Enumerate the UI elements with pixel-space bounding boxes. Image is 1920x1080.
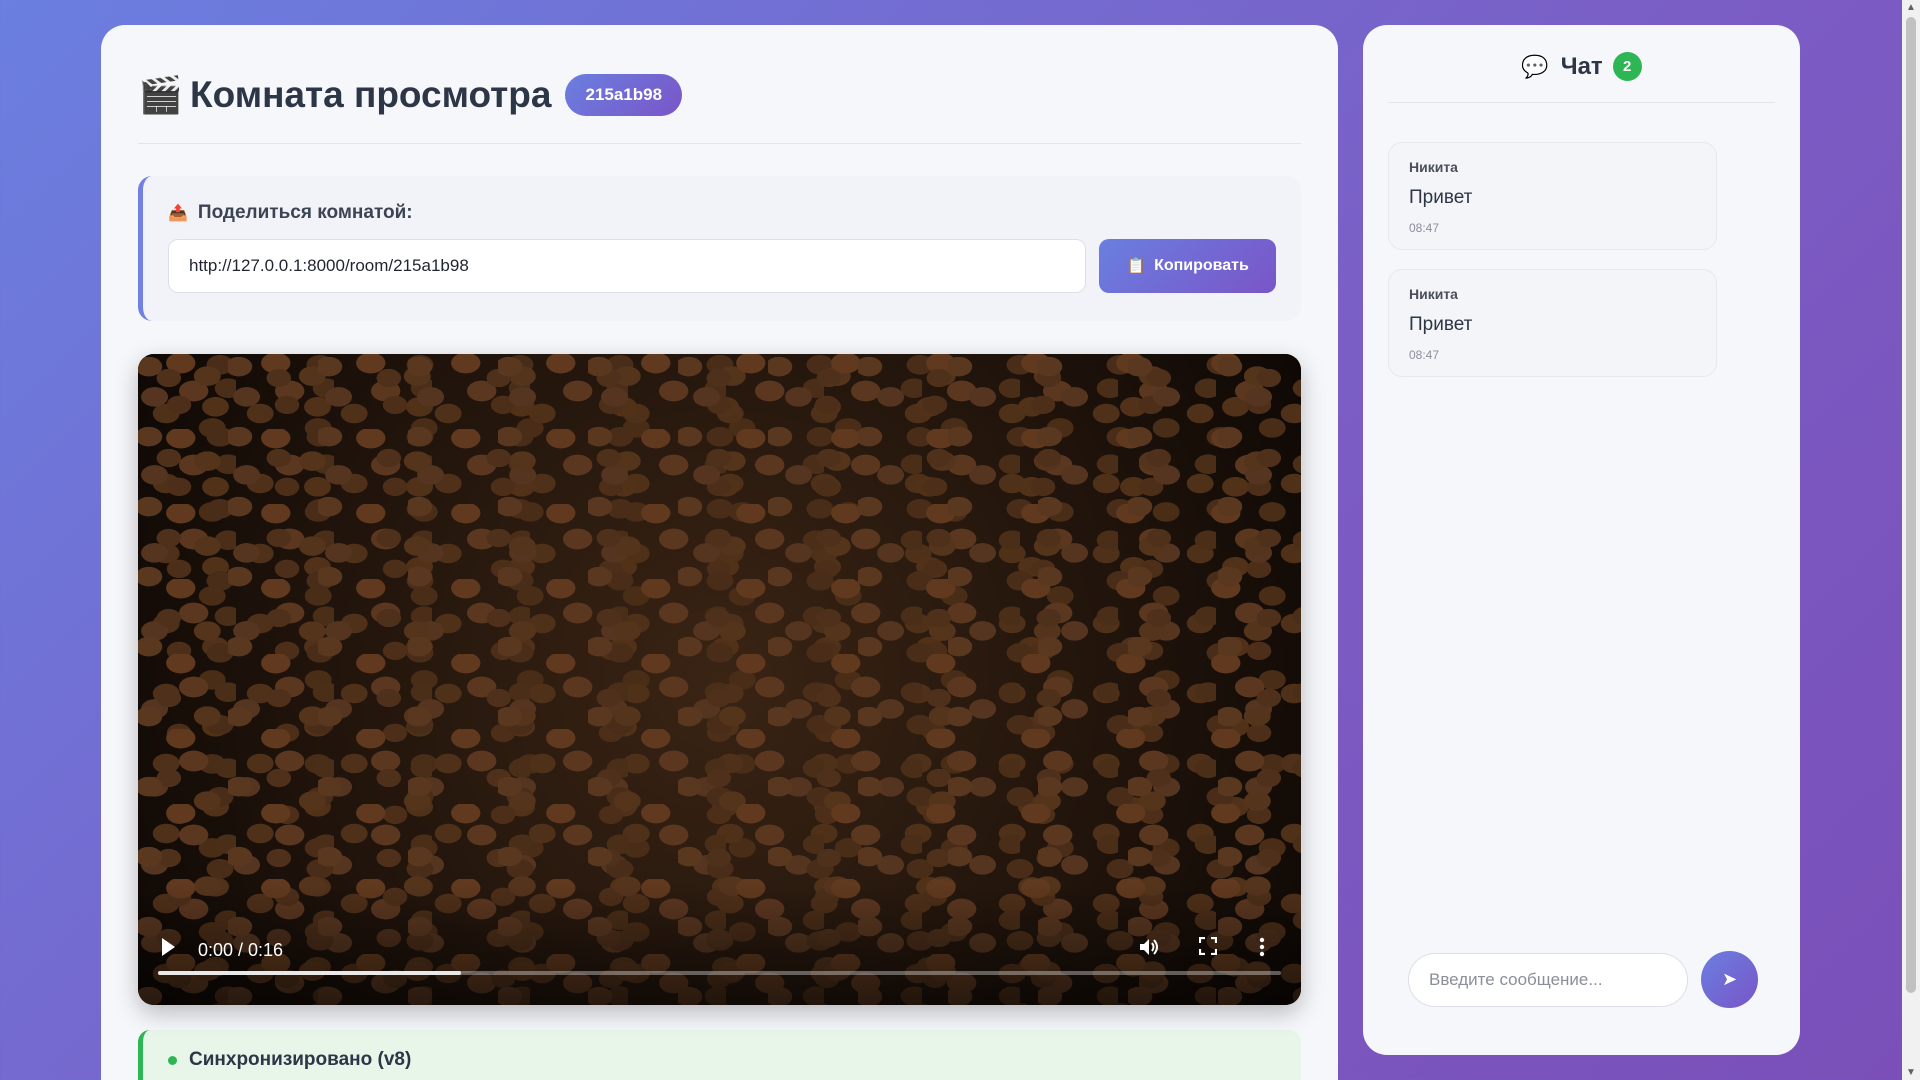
scroll-thumb[interactable]	[1906, 17, 1916, 993]
progress-bar[interactable]	[158, 971, 1281, 975]
outbox-icon: 📤	[168, 205, 188, 222]
progress-fill	[158, 971, 462, 975]
send-button[interactable]: ➤	[1701, 951, 1758, 1008]
room-id-badge: 215a1b98	[565, 74, 683, 116]
room-header: 🎬 Комната просмотра 215a1b98	[138, 65, 1301, 125]
chat-header: 💬 Чат 2	[1388, 25, 1775, 103]
chat-messages: Никита Привет 08:47 Никита Привет 08:47	[1388, 103, 1775, 377]
share-row: 📋 Копировать	[168, 239, 1276, 293]
chat-panel: 💬 Чат 2 Никита Привет 08:47 Никита Приве…	[1363, 25, 1800, 1055]
more-options-button[interactable]	[1259, 937, 1271, 961]
message-time: 08:47	[1409, 221, 1440, 235]
chat-message-input[interactable]	[1408, 952, 1688, 1007]
chat-composer: ➤	[1408, 951, 1758, 1008]
fullscreen-button[interactable]	[1198, 936, 1223, 961]
video-controls: 0:00 / 0:16	[138, 925, 1301, 1005]
video-player[interactable]: 0:00 / 0:16	[138, 354, 1301, 1005]
play-button[interactable]	[160, 937, 182, 961]
message-author: Никита	[1409, 286, 1458, 302]
message-author: Никита	[1409, 159, 1458, 175]
share-label-text: Поделиться комнатой:	[197, 202, 413, 223]
share-label: 📤 Поделиться комнатой:	[168, 202, 1276, 224]
share-section: 📤 Поделиться комнатой: 📋 Копировать	[138, 176, 1301, 321]
send-icon: ➤	[1721, 969, 1738, 989]
sync-status-text: Синхронизировано (v8)	[189, 1049, 412, 1070]
clipboard-icon: 📋	[1126, 258, 1147, 275]
copy-button[interactable]: 📋 Копировать	[1099, 239, 1276, 293]
speech-bubble-icon: 💬	[1521, 53, 1549, 79]
volume-button[interactable]	[1139, 937, 1165, 961]
play-icon	[162, 938, 175, 956]
room-panel: 🎬 Комната просмотра 215a1b98 📤 Поделитьс…	[101, 25, 1338, 1080]
page-scrollbar[interactable]: ▲ ▼	[1902, 0, 1920, 1080]
page-title: Комната просмотра	[190, 74, 552, 115]
clapperboard-icon: 🎬	[138, 74, 183, 115]
chat-message: Никита Привет 08:47	[1388, 142, 1717, 250]
copy-button-label: Копировать	[1154, 257, 1249, 274]
chat-message: Никита Привет 08:47	[1388, 269, 1717, 377]
message-time: 08:47	[1409, 348, 1440, 362]
volume-icon	[1140, 939, 1158, 955]
sync-dot-icon	[168, 1055, 177, 1065]
sync-status: Синхронизировано (v8)	[138, 1030, 1301, 1080]
more-vertical-icon	[1259, 937, 1265, 957]
scroll-down-icon[interactable]: ▼	[1906, 1067, 1916, 1078]
message-text: Привет	[1409, 187, 1473, 208]
message-text: Привет	[1409, 314, 1473, 335]
chat-title: Чат	[1560, 52, 1603, 80]
header-divider	[138, 143, 1301, 144]
fullscreen-icon	[1198, 936, 1218, 956]
chat-count-badge: 2	[1612, 52, 1642, 81]
scroll-up-icon[interactable]: ▲	[1906, 2, 1916, 13]
share-url-input[interactable]	[168, 239, 1086, 293]
time-display: 0:00 / 0:16	[198, 940, 284, 960]
